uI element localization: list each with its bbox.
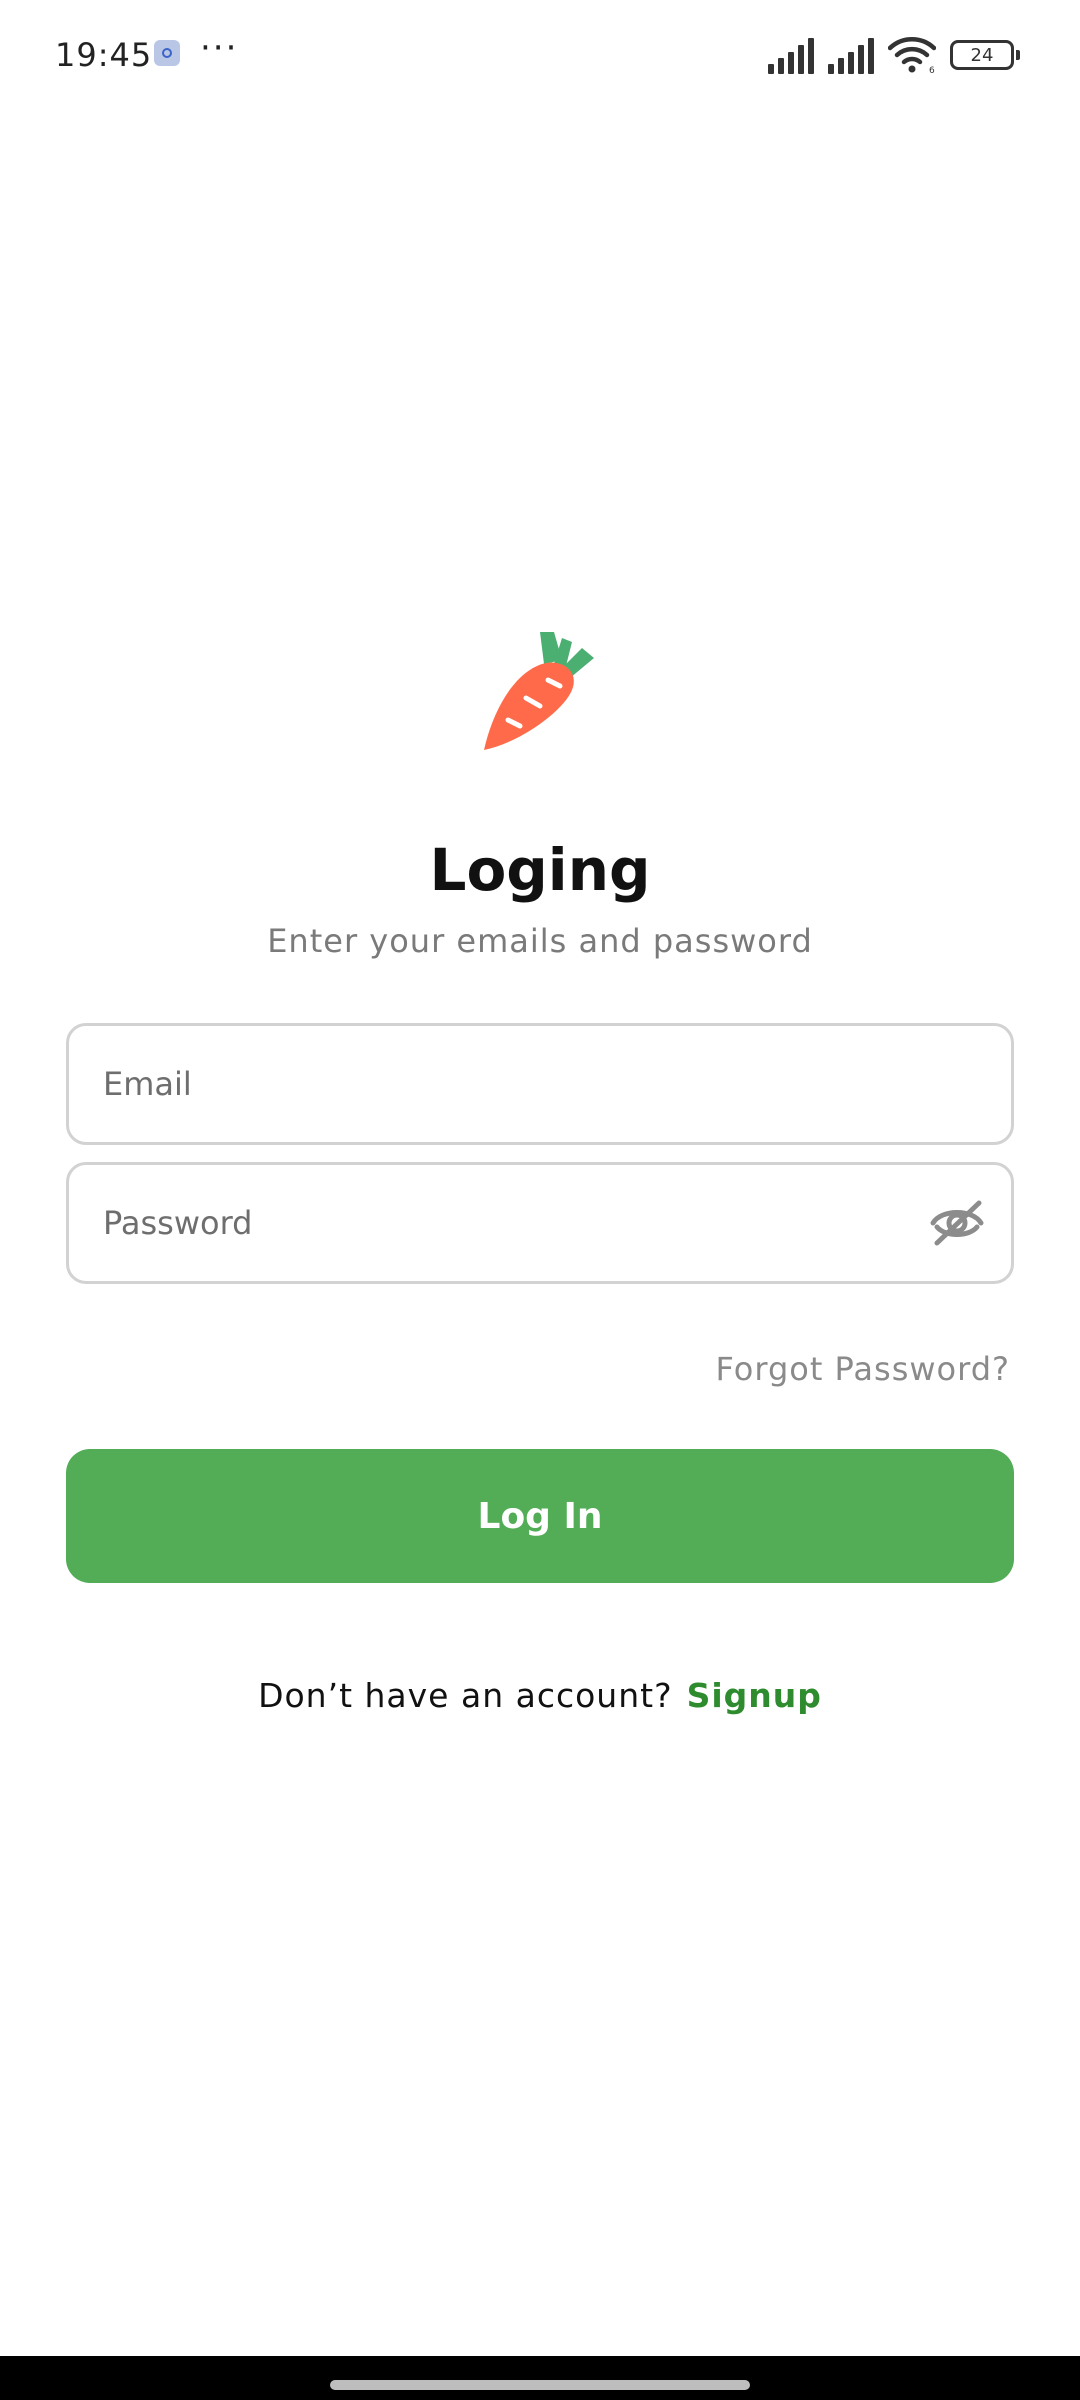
- email-field[interactable]: [103, 1026, 923, 1142]
- status-bar: 19:45 ··· 6 24: [0, 0, 1080, 110]
- forgot-password-link[interactable]: Forgot Password?: [716, 1350, 1011, 1388]
- page-title: Loging: [429, 836, 651, 904]
- signal-icon: [768, 38, 814, 74]
- password-field-container: [66, 1162, 1014, 1284]
- password-field[interactable]: [103, 1165, 923, 1281]
- wifi-icon: 6: [888, 36, 936, 74]
- signal-icon: [828, 38, 874, 74]
- system-nav-bar: [0, 2356, 1080, 2400]
- signup-prompt: Don’t have an account?: [258, 1676, 673, 1715]
- more-notifications-icon: ···: [200, 28, 239, 68]
- eye-off-icon[interactable]: [927, 1197, 987, 1249]
- signup-row: Don’t have an account? Signup: [0, 1676, 1080, 1715]
- email-field-container: [66, 1023, 1014, 1145]
- login-button[interactable]: Log In: [66, 1449, 1014, 1583]
- page-subtitle: Enter your emails and password: [267, 922, 813, 960]
- battery-icon: 24: [950, 40, 1020, 70]
- notification-app-icon: [154, 40, 180, 66]
- signup-link[interactable]: Signup: [687, 1676, 822, 1715]
- wifi-badge: 6: [929, 66, 935, 74]
- home-indicator[interactable]: [330, 2380, 750, 2390]
- carrot-icon: [482, 630, 598, 750]
- status-indicators: 6 24: [768, 34, 1020, 74]
- status-time: 19:45: [55, 36, 153, 74]
- battery-level: 24: [970, 44, 994, 66]
